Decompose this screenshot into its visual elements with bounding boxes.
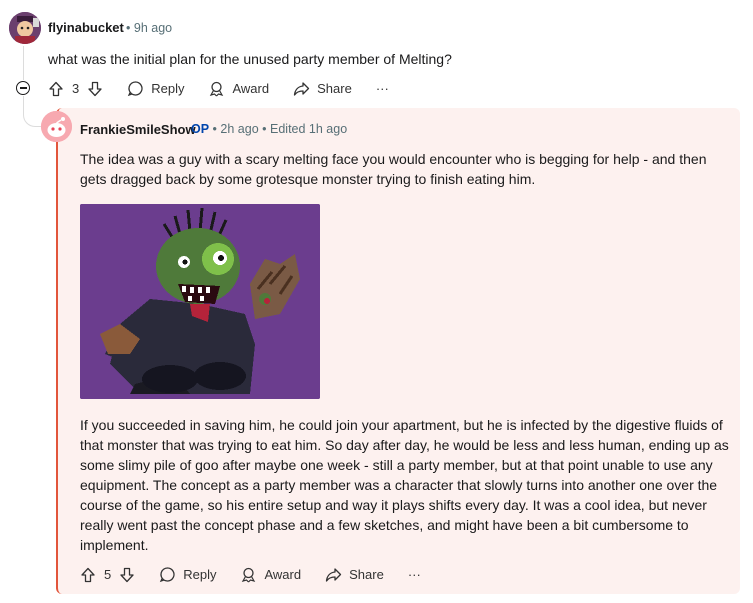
award-button[interactable]: Award	[208, 80, 269, 97]
vote-group: 3	[48, 81, 103, 97]
share-button[interactable]: Share	[325, 566, 384, 583]
vote-count: 5	[104, 567, 112, 582]
thread-connector	[23, 96, 42, 127]
comment-meta: • 9h ago	[126, 21, 173, 35]
upvote-icon[interactable]	[48, 81, 64, 97]
vote-group: 5	[80, 567, 135, 583]
thread-line	[23, 46, 24, 80]
edited-label: Edited 1h ago	[270, 122, 348, 136]
more-options-button[interactable]: ···	[376, 81, 389, 96]
comment-actions: 5 Reply Award Share ···	[80, 566, 445, 583]
downvote-icon[interactable]	[119, 567, 135, 583]
award-icon	[242, 567, 256, 583]
avatar[interactable]	[41, 111, 72, 142]
comment-body-paragraph: The idea was a guy with a scary melting …	[80, 151, 707, 187]
comment-icon	[160, 567, 175, 583]
comment-body-paragraph: If you succeeded in saving him, he could…	[80, 417, 729, 553]
comment-image[interactable]	[80, 204, 320, 399]
more-icon: ···	[375, 81, 389, 96]
reply-button[interactable]: Reply	[127, 80, 184, 97]
award-icon	[210, 81, 224, 97]
vote-count: 3	[72, 81, 80, 96]
share-icon	[325, 568, 342, 582]
upvote-icon[interactable]	[80, 567, 96, 583]
collapse-thread-button[interactable]	[16, 81, 30, 95]
comment-body: what was the initial plan for the unused…	[48, 51, 452, 67]
more-options-button[interactable]: ···	[408, 567, 421, 582]
award-button[interactable]: Award	[240, 566, 301, 583]
comment-actions: 3 Reply Award Share ···	[48, 80, 413, 97]
timestamp: 9h ago	[133, 21, 173, 35]
share-button[interactable]: Share	[293, 80, 352, 97]
reply-button[interactable]: Reply	[159, 566, 216, 583]
share-icon	[293, 82, 310, 96]
timestamp: 2h ago	[220, 122, 259, 136]
more-icon: ···	[407, 567, 421, 582]
avatar[interactable]	[9, 12, 41, 44]
username[interactable]: flyinabucket	[48, 20, 124, 35]
op-badge: OP	[191, 122, 210, 136]
downvote-icon[interactable]	[87, 81, 103, 97]
comment-meta: OP • 2h ago • Edited 1h ago	[191, 122, 348, 136]
comment-icon	[128, 81, 143, 97]
username[interactable]: FrankieSmileShow	[80, 122, 196, 137]
